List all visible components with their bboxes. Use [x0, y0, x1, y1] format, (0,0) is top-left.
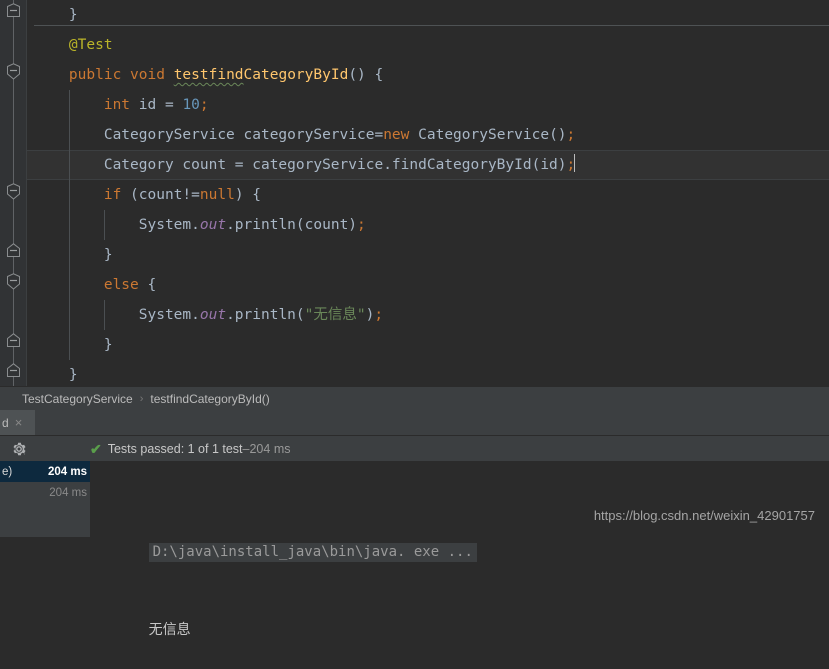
- code-token: () {: [348, 67, 384, 83]
- code-token: System.: [34, 307, 200, 323]
- code-token: }: [34, 367, 78, 383]
- code-token: new: [383, 127, 410, 143]
- tool-window-tab-label: d: [2, 415, 9, 430]
- code-token: @Test: [68, 37, 113, 53]
- indent-guide: [68, 150, 70, 180]
- close-icon[interactable]: ×: [15, 416, 23, 429]
- code-token: ;: [566, 127, 576, 143]
- indent-guide: [68, 270, 70, 300]
- indent-guide: [68, 330, 70, 360]
- code-token: ) {: [234, 187, 262, 203]
- code-token: System.: [34, 217, 200, 233]
- breadcrumb-item-class[interactable]: TestCategoryService: [22, 392, 133, 406]
- code-token: CategoryService(): [409, 127, 567, 143]
- code-token: ;: [374, 307, 384, 323]
- code-token: testfind: [173, 67, 244, 83]
- test-tree-row-label: e): [2, 465, 13, 478]
- code-lines[interactable]: } @Test public void testfindCategoryById…: [27, 0, 829, 386]
- code-token: out: [199, 217, 227, 233]
- code-token: .println(: [226, 307, 305, 323]
- code-line[interactable]: }: [27, 360, 829, 386]
- test-status-text: ✔ Tests passed: 1 of 1 test – 204 ms: [90, 436, 290, 462]
- code-token: CategoryById: [243, 67, 349, 83]
- console-output[interactable]: D:\java\install_java\bin\java. exe ... 无…: [90, 461, 829, 638]
- tool-window-tab-strip[interactable]: d ×: [0, 410, 829, 435]
- text-caret: [574, 154, 576, 172]
- indent-guide: [68, 300, 70, 330]
- code-token: void: [130, 67, 165, 83]
- code-token: }: [34, 7, 78, 23]
- code-token: id =: [130, 97, 183, 113]
- test-status-duration: 204 ms: [249, 442, 291, 456]
- watermark: https://blog.csdn.net/weixin_42901757: [593, 508, 815, 523]
- fold-marker-collapse-2[interactable]: [4, 63, 23, 80]
- code-line[interactable]: System.out.println("无信息");: [27, 300, 829, 330]
- code-line[interactable]: }: [27, 0, 829, 30]
- fold-marker-collapse-5[interactable]: [4, 273, 23, 290]
- code-line[interactable]: if (count!=null) {: [27, 180, 829, 210]
- code-line[interactable]: }: [27, 240, 829, 270]
- console-command-text: D:\java\install_java\bin\java. exe ...: [148, 543, 477, 562]
- code-token: int: [103, 97, 131, 113]
- test-results-tree[interactable]: e) 204 ms 204 ms: [0, 461, 90, 537]
- code-token: }: [34, 247, 113, 263]
- code-token: "无信息": [304, 307, 366, 323]
- code-line[interactable]: @Test: [27, 30, 829, 60]
- code-token: Category count = categoryService.findCat…: [34, 157, 567, 173]
- indent-guide: [68, 210, 70, 240]
- code-line[interactable]: System.out.println(count);: [27, 210, 829, 240]
- indent-guide: [68, 120, 70, 150]
- test-tree-row-duration: 204 ms: [47, 465, 87, 478]
- console-output-text: 无信息: [148, 622, 191, 638]
- check-icon: ✔: [90, 440, 102, 457]
- code-line[interactable]: Category count = categoryService.findCat…: [27, 150, 829, 180]
- gear-icon[interactable]: [11, 441, 27, 457]
- indent-guide: [68, 90, 70, 120]
- code-token: 10: [182, 97, 200, 113]
- code-token: {: [138, 277, 157, 293]
- indent-guide: [68, 180, 70, 210]
- code-token: out: [199, 307, 227, 323]
- code-line[interactable]: }: [27, 330, 829, 360]
- fold-marker-collapse-4[interactable]: [4, 243, 23, 260]
- code-editor[interactable]: } @Test public void testfindCategoryById…: [0, 0, 829, 386]
- code-token: ;: [357, 217, 366, 233]
- test-status-bar: ✔ Tests passed: 1 of 1 test – 204 ms: [0, 435, 829, 462]
- code-line[interactable]: else {: [27, 270, 829, 300]
- test-tree-row[interactable]: e) 204 ms: [0, 461, 90, 482]
- test-status-dash: –: [242, 442, 250, 456]
- code-token: if: [103, 187, 122, 203]
- console-line: 无信息: [90, 591, 829, 638]
- code-token: null: [199, 187, 235, 203]
- fold-marker-collapse-1[interactable]: [4, 3, 23, 20]
- fold-marker-collapse-7[interactable]: [4, 363, 23, 380]
- code-token: .println(count): [226, 217, 358, 233]
- breadcrumb-separator-icon: ›: [139, 392, 144, 405]
- test-status-label: Tests passed: 1 of 1 test: [107, 442, 243, 456]
- indent-guide: [103, 210, 105, 240]
- code-token: ;: [199, 97, 209, 113]
- fold-marker-collapse-3[interactable]: [4, 183, 23, 200]
- test-tree-row-duration: 204 ms: [49, 486, 87, 499]
- code-token: }: [34, 337, 113, 353]
- fold-marker-collapse-6[interactable]: [4, 333, 23, 350]
- code-token: public: [68, 67, 122, 83]
- tool-window-tab-run[interactable]: d ×: [0, 410, 35, 435]
- code-line[interactable]: CategoryService categoryService=new Cate…: [27, 120, 829, 150]
- indent-guide: [68, 240, 70, 270]
- ide-window: } @Test public void testfindCategoryById…: [0, 0, 829, 638]
- code-line[interactable]: public void testfindCategoryById() {: [27, 60, 829, 90]
- breadcrumb-item-method[interactable]: testfindCategoryById(): [150, 392, 269, 406]
- code-token: CategoryService categoryService=: [34, 127, 384, 143]
- test-tree-row[interactable]: 204 ms: [0, 482, 90, 503]
- code-line[interactable]: int id = 10;: [27, 90, 829, 120]
- code-token: else: [103, 277, 139, 293]
- breadcrumb[interactable]: TestCategoryService › testfindCategoryBy…: [0, 386, 829, 410]
- code-token: (count!=: [121, 187, 200, 203]
- indent-guide: [103, 300, 105, 330]
